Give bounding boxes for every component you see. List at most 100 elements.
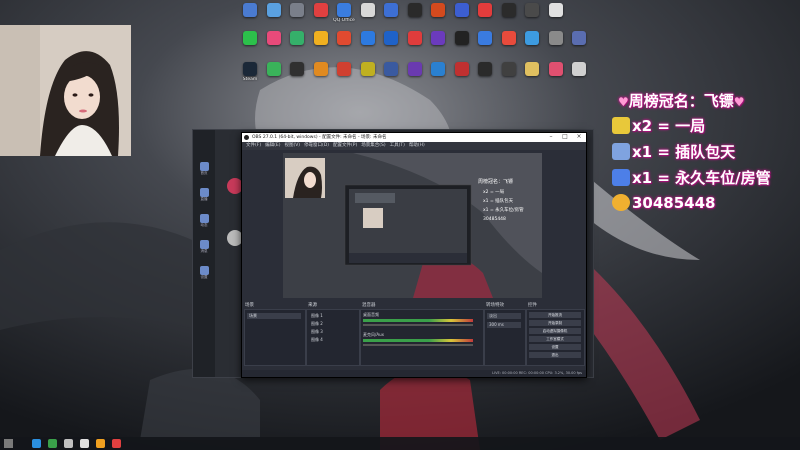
- obs-menu-item[interactable]: 帮助(H): [409, 142, 425, 150]
- app-icon: [478, 3, 492, 17]
- sidebar-item-label: 动态: [200, 223, 208, 227]
- start-button[interactable]: [4, 439, 13, 448]
- obs-titlebar[interactable]: OBS 27.0.1 (64-bit, windows) - 配置文件: 未命名…: [242, 133, 586, 142]
- app-icon: [572, 31, 586, 45]
- sidebar-item-label: 设置: [200, 275, 208, 279]
- app-icon: [313, 62, 328, 76]
- maximize-button[interactable]: □: [558, 133, 572, 142]
- start-streaming-button[interactable]: 开始推流: [529, 312, 581, 318]
- transition-select[interactable]: 淡出: [487, 313, 521, 319]
- volume-meter: [363, 319, 473, 322]
- exit-button[interactable]: 退出: [529, 352, 581, 358]
- taskbar-app-icon[interactable]: [64, 439, 73, 448]
- client-sidebar-item[interactable]: 直播: [197, 188, 211, 202]
- close-button[interactable]: ×: [572, 133, 586, 142]
- taskbar-app-icon[interactable]: [32, 439, 41, 448]
- app-icon: [313, 3, 328, 17]
- app-icon: [384, 31, 398, 45]
- app-icon: [337, 62, 351, 76]
- plane-gift-icon: [612, 143, 630, 160]
- obs-menu-item[interactable]: 停靠窗口(D): [304, 142, 329, 150]
- obs-dock-area: 场景 场景 来源 图像 1 图像 2 图像 3 图像 4 混音器 桌面音频 麦克…: [242, 300, 586, 370]
- transition-type: 淡出: [489, 313, 497, 318]
- scene-row[interactable]: 场景: [247, 313, 301, 319]
- taskbar-app-icon[interactable]: [80, 439, 89, 448]
- desktop-shortcut[interactable]: [542, 3, 570, 33]
- transitions-panel: 淡出 300 ms: [484, 309, 526, 366]
- app-icon: [360, 31, 375, 45]
- volume-meter: [363, 339, 473, 342]
- source-row[interactable]: 图像 4: [309, 337, 355, 343]
- app-icon: [313, 31, 328, 45]
- client-sidebar-item[interactable]: 设置: [197, 266, 211, 280]
- webcam-feed: [0, 25, 131, 156]
- controls-panel: 开始推流 开始录制 启动虚拟摄像机 工作室模式 设置 退出: [526, 309, 585, 366]
- app-icon: [525, 31, 539, 45]
- virtual-camera-button[interactable]: 启动虚拟摄像机: [529, 328, 581, 334]
- rocket-gift-icon: [612, 169, 630, 186]
- taskbar: [0, 437, 800, 450]
- taskbar-app-icon[interactable]: [96, 439, 105, 448]
- sidebar-icon: [199, 162, 209, 171]
- app-icon: [548, 31, 563, 45]
- client-sidebar-item[interactable]: 首页: [197, 162, 211, 176]
- app-icon: [478, 31, 492, 45]
- app-icon: [384, 62, 398, 76]
- obs-menu-item[interactable]: 配置文件(P): [333, 142, 357, 150]
- settings-button[interactable]: 设置: [529, 344, 581, 350]
- mixer-mic-label: 麦克风/Aux: [363, 332, 384, 337]
- app-icon: [337, 3, 351, 17]
- app-icon: [407, 31, 422, 45]
- app-icon: [454, 3, 469, 17]
- svg-text:30485448: 30485448: [483, 216, 506, 222]
- obs-menu-item[interactable]: 场景集合(S): [361, 142, 385, 150]
- obs-preview-canvas[interactable]: 周榜冠名：飞镖 x2 = 一局 x1 = 插队包天 x1 = 永久车位/房管 3…: [283, 153, 542, 298]
- source-row-label: 图像 2: [311, 321, 323, 326]
- app-icon: [572, 62, 586, 76]
- svg-text:x1 = 永久车位/房管: x1 = 永久车位/房管: [483, 206, 524, 213]
- app-icon: [290, 62, 304, 76]
- source-row[interactable]: 图像 3: [309, 329, 355, 335]
- obs-menu-item[interactable]: 文件(F): [246, 142, 261, 150]
- app-icon: [548, 3, 563, 17]
- app-icon: [337, 31, 351, 45]
- app-icon: [266, 31, 281, 45]
- app-icon: [501, 3, 516, 17]
- taskbar-app-icon[interactable]: [48, 439, 57, 448]
- transition-duration-value: 300 ms: [489, 322, 504, 327]
- app-icon: [290, 31, 304, 45]
- start-recording-button[interactable]: 开始录制: [529, 320, 581, 326]
- scenes-list[interactable]: 场景: [244, 309, 306, 366]
- sidebar-icon: [199, 266, 209, 275]
- app-icon: [501, 62, 516, 76]
- studio-mode-button[interactable]: 工作室模式: [529, 336, 581, 342]
- volume-slider[interactable]: [363, 324, 473, 326]
- client-sidebar-item[interactable]: 动态: [197, 214, 211, 228]
- app-icon: [431, 31, 445, 45]
- volume-slider[interactable]: [363, 344, 473, 346]
- sidebar-icon: [199, 188, 209, 197]
- app-icon: [525, 3, 539, 17]
- obs-menu-item[interactable]: 工具(T): [390, 142, 405, 150]
- source-row[interactable]: 图像 1: [309, 313, 355, 319]
- sidebar-icon: [199, 240, 209, 249]
- obs-menu-item[interactable]: 编辑(E): [265, 142, 280, 150]
- client-sidebar: 首页直播动态消息设置: [193, 130, 215, 377]
- obs-menu-item[interactable]: 视图(V): [284, 142, 300, 150]
- client-sidebar-item[interactable]: 消息: [197, 240, 211, 254]
- app-icon: [360, 3, 375, 17]
- app-icon: [454, 31, 469, 45]
- transition-duration[interactable]: 300 ms: [487, 322, 521, 328]
- overlay-line-plane: x1 = 插队包天: [612, 141, 735, 165]
- transitions-dock-title: 转场特效: [486, 303, 504, 308]
- minimize-button[interactable]: –: [544, 133, 558, 142]
- dart-gift-icon: [612, 117, 630, 134]
- desktop-shortcut[interactable]: [565, 62, 593, 92]
- app-icon: [525, 62, 539, 76]
- source-row[interactable]: 图像 2: [309, 321, 355, 327]
- taskbar-app-icon[interactable]: [112, 439, 121, 448]
- desktop-shortcut[interactable]: [565, 31, 593, 61]
- app-icon: [501, 31, 516, 45]
- sources-list[interactable]: 图像 1 图像 2 图像 3 图像 4: [306, 309, 360, 366]
- app-icon: [454, 62, 469, 76]
